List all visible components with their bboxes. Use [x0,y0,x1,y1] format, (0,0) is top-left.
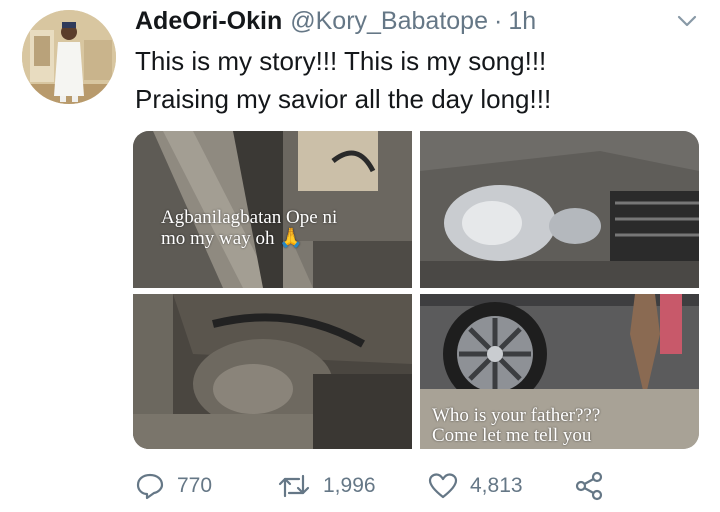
photo-caption: Agbanilagbatan Ope ni [161,207,338,228]
separator-dot: · [493,6,503,35]
avatar[interactable] [22,10,116,104]
tweet-text: This is my story!!! This is my song!!! P… [135,42,695,118]
photo-1[interactable]: Agbanilagbatan Ope ni mo my way oh 🙏 [133,131,412,288]
like-button[interactable]: 4,813 [428,468,523,504]
retweet-count: 1,996 [323,474,376,497]
reply-button[interactable]: 770 [135,468,212,504]
retweet-button[interactable]: 1,996 [277,468,376,504]
photo-caption: Come let me tell you [432,425,592,446]
media-grid: Agbanilagbatan Ope ni mo my way oh 🙏 Who… [133,131,699,449]
tweet-header: AdeOri-Okin @Kory_Babatope · 1h [135,4,700,38]
avatar-photo [22,10,116,104]
photo-3[interactable] [133,294,412,449]
tweet-actions: 770 1,996 4,813 [135,468,605,504]
share-icon [575,471,603,501]
photo-4[interactable]: Who is your father??? Come let me tell y… [420,294,699,449]
like-count: 4,813 [470,474,523,497]
share-button[interactable] [573,468,617,504]
photo-2[interactable] [420,131,699,288]
photo-caption: mo my way oh 🙏 [161,228,303,249]
chevron-down-icon[interactable] [674,10,700,32]
retweet-icon [278,474,310,498]
photo-damaged-front [420,131,699,288]
reply-count: 770 [177,474,213,497]
user-handle[interactable]: @Kory_Babatope [290,7,488,36]
tweet-text-line: Praising my savior all the day long!!! [135,84,552,114]
photo-wrecked-interior [133,294,412,449]
tweet-text-line: This is my story!!! This is my song!!! [135,46,547,76]
reply-icon [136,473,164,500]
heart-icon [428,473,458,499]
timestamp[interactable]: 1h [508,7,536,36]
photo-caption: Who is your father??? [432,405,601,426]
display-name[interactable]: AdeOri-Okin [135,7,282,36]
